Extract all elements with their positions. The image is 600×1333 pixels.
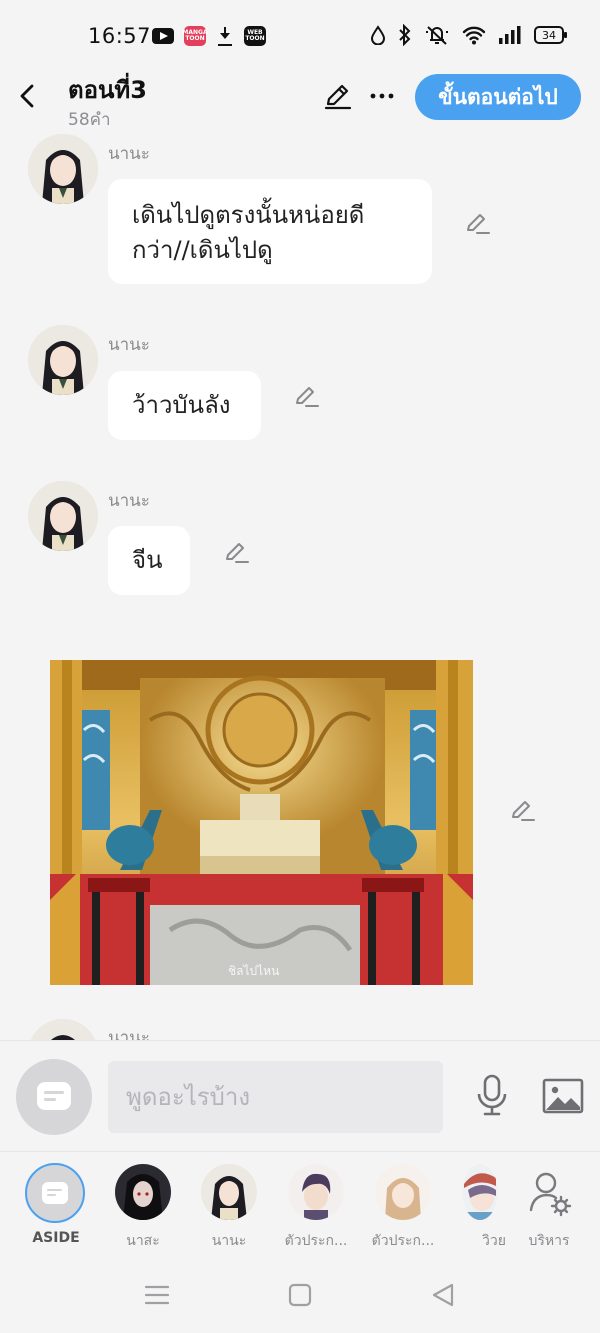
edit-message-icon[interactable] bbox=[222, 538, 250, 566]
message-text-input[interactable] bbox=[108, 1061, 443, 1133]
character-label: บริหาร bbox=[528, 1233, 570, 1249]
episode-title: ตอนที่3 bbox=[68, 76, 147, 104]
avatar-nana[interactable] bbox=[28, 134, 98, 204]
character-label: ตัวประก... bbox=[284, 1233, 348, 1249]
character-selector-bar: ASIDE นาสะ นานะ ตัวประก... ตัวประก... วิ… bbox=[0, 1151, 600, 1256]
character-nana[interactable]: นานะ bbox=[183, 1164, 275, 1254]
character-avatar bbox=[115, 1164, 171, 1220]
message-bubble[interactable]: เดินไปดูตรงนั้นหน่อยดี กว่า//เดินไปดู bbox=[108, 179, 432, 284]
back-arrow-icon[interactable] bbox=[14, 80, 42, 112]
message-bubble[interactable]: ว้าวบันลัง bbox=[108, 371, 261, 440]
speaker-name: นานะ bbox=[108, 1028, 150, 1040]
status-notification-icons: MANGA TOON WEB TOON bbox=[152, 26, 266, 46]
speaker-name: นานะ bbox=[108, 144, 150, 164]
edit-message-icon[interactable] bbox=[463, 209, 491, 237]
word-count: 58คำ bbox=[68, 110, 111, 130]
microphone-icon[interactable] bbox=[474, 1073, 510, 1119]
user-settings-icon bbox=[521, 1164, 577, 1220]
character-label: นาสะ bbox=[126, 1233, 160, 1249]
character-label: ตัวประก... bbox=[371, 1233, 435, 1249]
bluetooth-icon bbox=[399, 24, 411, 46]
battery-indicator: 34 bbox=[534, 26, 567, 44]
next-step-button[interactable]: ขั้นตอนต่อไป bbox=[415, 74, 581, 120]
character-protagonist-1[interactable]: ตัวประก... bbox=[270, 1164, 362, 1254]
back-triangle-icon[interactable] bbox=[426, 1278, 460, 1312]
webtoon-app-icon: WEB TOON bbox=[244, 26, 266, 46]
character-aside[interactable]: ASIDE bbox=[10, 1163, 102, 1254]
system-navigation-bar bbox=[0, 1256, 600, 1333]
image-watermark: ชิลไปไหน bbox=[228, 964, 280, 978]
manage-characters-button[interactable]: บริหาร bbox=[503, 1164, 595, 1254]
cellular-signal-icon bbox=[499, 26, 521, 44]
character-nasa[interactable]: นาสะ bbox=[97, 1164, 189, 1254]
status-bar: 16:57 MANGA TOON WEB TOON 34 bbox=[0, 0, 600, 70]
speaker-name: นานะ bbox=[108, 491, 150, 511]
message-text: จีน bbox=[132, 546, 163, 574]
aside-toggle-button[interactable] bbox=[16, 1059, 92, 1135]
episode-header: ตอนที่3 58คำ ขั้นตอนต่อไป bbox=[0, 62, 600, 134]
wifi-icon bbox=[462, 26, 486, 45]
home-square-icon[interactable] bbox=[283, 1278, 317, 1312]
message-image-throne-hall[interactable]: ชิลไปไหน bbox=[50, 660, 473, 985]
recent-apps-menu-icon[interactable] bbox=[140, 1278, 174, 1312]
edit-message-icon[interactable] bbox=[508, 796, 536, 824]
chat-bubble-icon bbox=[37, 1082, 71, 1110]
youtube-icon bbox=[152, 28, 174, 44]
message-text-line: กว่า//เดินไปดู bbox=[132, 236, 273, 264]
avatar-nana[interactable] bbox=[28, 1019, 98, 1040]
image-upload-icon[interactable] bbox=[542, 1077, 584, 1115]
more-options-icon[interactable] bbox=[368, 82, 396, 110]
avatar-nana[interactable] bbox=[28, 325, 98, 395]
aside-avatar bbox=[25, 1163, 85, 1223]
mangatoon-app-icon: MANGA TOON bbox=[182, 26, 208, 46]
download-icon bbox=[216, 26, 234, 46]
message-text-line: เดินไปดูตรงนั้นหน่อยดี bbox=[132, 201, 365, 229]
character-avatar bbox=[288, 1164, 344, 1220]
edit-pencil-icon[interactable] bbox=[322, 80, 354, 112]
chat-message-list[interactable]: นานะ เดินไปดูตรงนั้นหน่อยดี กว่า//เดินไป… bbox=[0, 134, 600, 1040]
character-avatar bbox=[201, 1164, 257, 1220]
chat-bubble-icon bbox=[42, 1182, 68, 1204]
message-input-bar bbox=[0, 1040, 600, 1150]
muted-bell-icon bbox=[426, 26, 448, 45]
character-protagonist-2[interactable]: ตัวประก... bbox=[357, 1164, 449, 1254]
message-text: ว้าวบันลัง bbox=[132, 391, 231, 419]
avatar-nana[interactable] bbox=[28, 481, 98, 551]
chat-story-editor-screen: 16:57 MANGA TOON WEB TOON 34 ตอนที่3 58ค… bbox=[0, 0, 600, 1333]
character-label: ASIDE bbox=[32, 1230, 80, 1246]
water-drop-icon bbox=[370, 25, 386, 45]
character-avatar bbox=[462, 1164, 498, 1220]
status-system-icons: 34 bbox=[370, 24, 567, 46]
status-time: 16:57 bbox=[88, 24, 152, 48]
message-bubble[interactable]: จีน bbox=[108, 526, 190, 595]
edit-message-icon[interactable] bbox=[292, 382, 320, 410]
character-label: นานะ bbox=[211, 1233, 247, 1249]
speaker-name: นานะ bbox=[108, 335, 150, 355]
character-avatar bbox=[375, 1164, 431, 1220]
